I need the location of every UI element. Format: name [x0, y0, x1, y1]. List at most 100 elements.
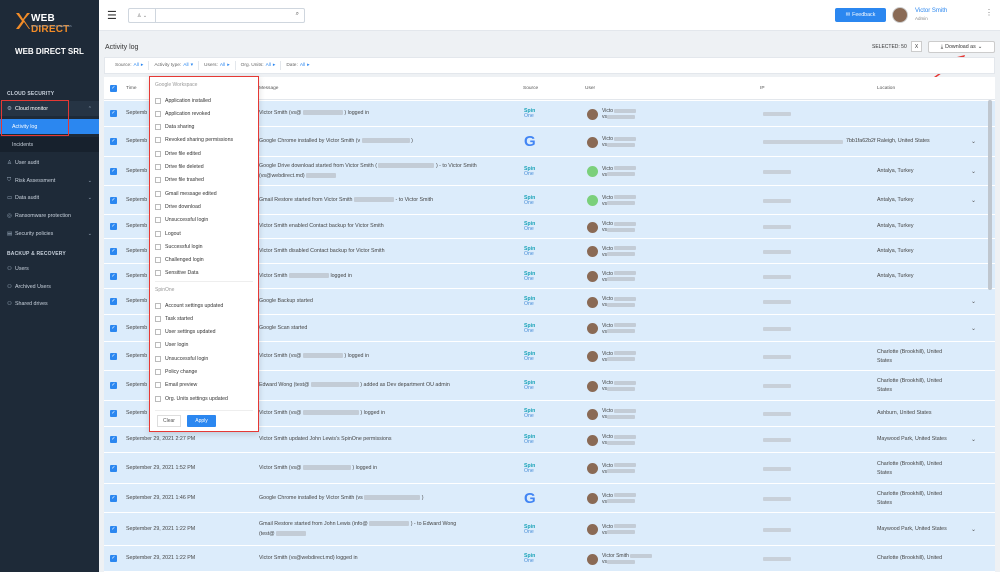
- scrollbar[interactable]: [988, 100, 992, 290]
- filter-users[interactable]: Users: All ▸: [199, 61, 236, 70]
- row-checkbox[interactable]: ✓: [110, 525, 117, 533]
- option-checkbox[interactable]: Unsuccessful login: [155, 216, 208, 225]
- row-checkbox[interactable]: ✓: [110, 223, 117, 230]
- option-checkbox[interactable]: Sensitive Data: [155, 269, 198, 278]
- checkbox[interactable]: [155, 270, 161, 277]
- row-checkbox[interactable]: ✓: [110, 464, 117, 472]
- row-checkbox[interactable]: ✓: [110, 167, 117, 175]
- checkbox[interactable]: [155, 203, 161, 210]
- option-checkbox[interactable]: Application installed: [155, 96, 211, 105]
- row-checkbox[interactable]: ✓: [110, 436, 117, 443]
- sidebar-item-ransomware[interactable]: ◎ Ransomware protection: [0, 208, 99, 223]
- filter-activity-type[interactable]: Activity type: All ▾: [149, 61, 200, 70]
- checkbox[interactable]: [155, 230, 161, 237]
- row-checkbox[interactable]: ✓: [110, 382, 117, 389]
- clear-selection-button[interactable]: X: [911, 41, 922, 52]
- sidebar-item-user-audit[interactable]: ♙ User audit: [0, 155, 99, 170]
- sidebar-item-shared-drives[interactable]: ⚇ Shared drives: [0, 296, 99, 311]
- sidebar-item-users[interactable]: ⚇ Users: [0, 261, 99, 276]
- filter-org-units[interactable]: Org. Units: All ▸: [236, 61, 282, 70]
- option-checkbox[interactable]: Unsuccessful login: [155, 354, 208, 363]
- option-checkbox[interactable]: User login: [155, 341, 188, 350]
- expand-chevron-icon[interactable]: ⌄: [971, 325, 976, 332]
- option-checkbox[interactable]: Policy change: [155, 368, 197, 377]
- checkbox[interactable]: [155, 355, 161, 362]
- expand-chevron-icon[interactable]: ⌄: [971, 168, 976, 175]
- filter-date[interactable]: Date: All ▸: [281, 61, 314, 70]
- checkbox[interactable]: [155, 217, 161, 224]
- option-checkbox[interactable]: Challenged login: [155, 256, 204, 265]
- row-checkbox[interactable]: ✓: [110, 494, 117, 502]
- select-all-checkbox[interactable]: ✓: [110, 85, 117, 92]
- option-checkbox[interactable]: Drive file deleted: [155, 163, 204, 172]
- checkbox[interactable]: [155, 257, 161, 264]
- option-checkbox[interactable]: Revoked sharing permissions: [155, 136, 233, 145]
- more-options-icon[interactable]: ⋮: [985, 8, 993, 17]
- option-checkbox[interactable]: Application revoked: [155, 109, 210, 118]
- sidebar-item-archived-users[interactable]: ⚇ Archived Users: [0, 279, 99, 294]
- checkbox[interactable]: [155, 97, 161, 104]
- avatar[interactable]: [892, 7, 908, 23]
- option-checkbox[interactable]: Org. Units settings updated: [155, 394, 228, 403]
- row-checkbox[interactable]: ✓: [110, 247, 117, 255]
- user-name[interactable]: Victor Smith: [915, 8, 947, 14]
- option-checkbox[interactable]: Drive file edited: [155, 149, 201, 158]
- row-checkbox[interactable]: ✓: [110, 324, 117, 332]
- row-checkbox[interactable]: ✓: [110, 110, 117, 117]
- option-checkbox[interactable]: Drive download: [155, 202, 201, 211]
- row-checkbox[interactable]: ✓: [110, 410, 117, 417]
- filter-source[interactable]: Source: All ▸: [110, 61, 150, 70]
- table-row[interactable]: ✓ September 29, 2021 1:22 PM Gmail Restore…: [104, 513, 995, 546]
- row-checkbox[interactable]: ✓: [110, 555, 117, 562]
- option-checkbox[interactable]: Drive file trashed: [155, 176, 204, 185]
- option-checkbox[interactable]: Data sharing: [155, 123, 194, 132]
- search-scope-select[interactable]: ♙ ⌄: [129, 9, 156, 22]
- row-checkbox[interactable]: ✓: [110, 138, 117, 145]
- search-icon[interactable]: ⌕: [296, 11, 299, 18]
- checkbox[interactable]: [155, 395, 161, 402]
- checkbox[interactable]: [155, 329, 161, 336]
- expand-chevron-icon[interactable]: ⌄: [971, 526, 976, 533]
- expand-chevron-icon[interactable]: ⌄: [971, 138, 976, 145]
- checkbox[interactable]: [155, 110, 161, 117]
- checkbox[interactable]: [155, 382, 161, 389]
- table-row[interactable]: ✓ September 29, 2021 1:52 PM Victor Smith …: [104, 453, 995, 484]
- option-checkbox[interactable]: Gmail message edited: [155, 189, 217, 198]
- expand-chevron-icon[interactable]: ⌄: [971, 298, 976, 305]
- row-checkbox[interactable]: ✓: [110, 196, 117, 204]
- sidebar-item-data-audit[interactable]: ▭ Data audit ⌄: [0, 190, 99, 205]
- clear-button[interactable]: Clear: [157, 415, 181, 427]
- option-checkbox[interactable]: Account settings updated: [155, 301, 223, 310]
- expand-chevron-icon[interactable]: ⌄: [971, 197, 976, 204]
- expand-chevron-icon[interactable]: ⌄: [971, 436, 976, 443]
- checkbox[interactable]: [155, 150, 161, 157]
- checkbox[interactable]: [155, 369, 161, 375]
- checkbox[interactable]: [155, 190, 161, 197]
- sidebar-item-incidents[interactable]: Incidents: [0, 137, 99, 152]
- table-row[interactable]: ✓ September 29, 2021 1:22 PM Victor Smith …: [104, 546, 995, 572]
- search-box[interactable]: ♙ ⌄ ⌕: [128, 8, 305, 23]
- checkbox[interactable]: [155, 302, 161, 309]
- checkbox[interactable]: [155, 164, 161, 170]
- checkbox[interactable]: [155, 342, 161, 349]
- checkbox[interactable]: [155, 137, 161, 144]
- checkbox[interactable]: [155, 177, 161, 184]
- apply-button[interactable]: Apply: [187, 415, 216, 427]
- sidebar-item-security-policies[interactable]: ▤ Security policies ⌄: [0, 226, 99, 241]
- option-checkbox[interactable]: Logout: [155, 229, 181, 238]
- checkbox[interactable]: [155, 315, 161, 322]
- menu-icon[interactable]: ☰: [107, 9, 117, 22]
- row-checkbox[interactable]: ✓: [110, 272, 117, 280]
- option-checkbox[interactable]: Task started: [155, 314, 193, 323]
- option-checkbox[interactable]: Successful login: [155, 242, 203, 251]
- feedback-button[interactable]: ✉ Feedback: [835, 8, 886, 22]
- checkbox[interactable]: [155, 124, 161, 131]
- row-checkbox[interactable]: ✓: [110, 298, 117, 305]
- header-time[interactable]: Time: [126, 86, 136, 91]
- option-checkbox[interactable]: Email preview: [155, 381, 197, 390]
- checkbox[interactable]: [155, 243, 161, 250]
- sidebar-item-risk-assessment[interactable]: ⛉ Risk Assessment ⌄: [0, 173, 99, 188]
- row-checkbox[interactable]: ✓: [110, 352, 117, 360]
- option-checkbox[interactable]: User settings updated: [155, 328, 215, 337]
- table-row[interactable]: ✓ September 29, 2021 1:46 PM Google Chrome…: [104, 484, 995, 513]
